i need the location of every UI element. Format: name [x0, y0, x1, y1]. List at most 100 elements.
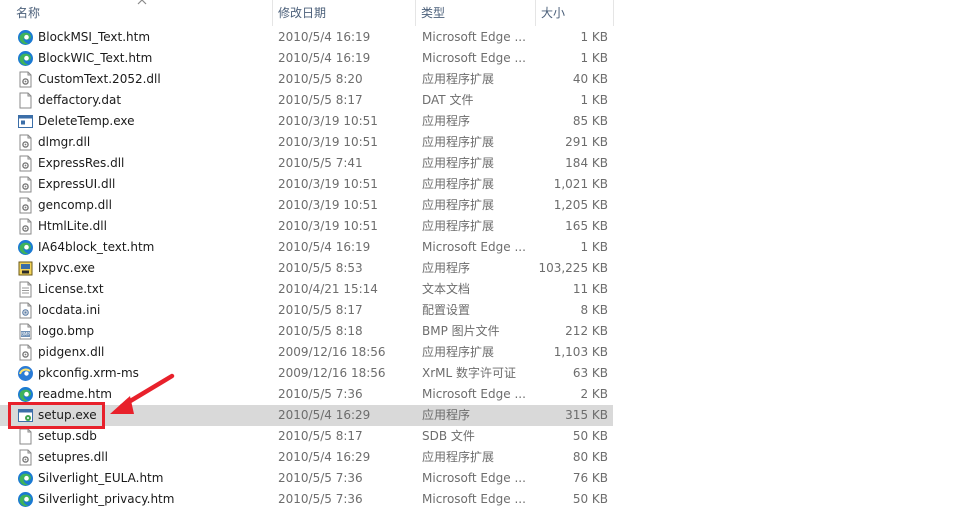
file-name: pidgenx.dll [38, 345, 105, 359]
dll-file-icon [17, 71, 34, 88]
file-size: 11 KB [572, 282, 608, 296]
file-size: 85 KB [572, 114, 608, 128]
edge-html-icon [17, 491, 34, 508]
file-type: 应用程序扩展 [422, 177, 495, 191]
edge-html-icon [17, 386, 34, 403]
file-date: 2010/5/5 7:36 [278, 471, 363, 485]
column-header: 名称 修改日期 类型 大小 [0, 0, 615, 26]
file-name: setupres.dll [38, 450, 108, 464]
file-date: 2010/5/4 16:19 [278, 51, 371, 65]
file-size: 212 KB [565, 324, 608, 338]
file-row[interactable]: IA64block_text.htm 2010/5/4 16:19 Microsof… [0, 237, 613, 258]
file-type: Microsoft Edge ... [422, 471, 526, 485]
file-type: 应用程序扩展 [422, 345, 495, 359]
file-name: ExpressUI.dll [38, 177, 116, 191]
file-size: 184 KB [565, 156, 608, 170]
dll-file-icon [17, 197, 34, 214]
installer-exe-icon [17, 260, 34, 277]
file-size: 63 KB [572, 366, 608, 380]
file-row[interactable]: pidgenx.dll 2009/12/16 18:56 应用程序扩展 1,103 K… [0, 342, 613, 363]
file-date: 2010/3/19 10:51 [278, 198, 378, 212]
file-name: DeleteTemp.exe [38, 114, 135, 128]
file-row[interactable]: gencomp.dll 2010/3/19 10:51 应用程序扩展 1,205 KB [0, 195, 613, 216]
column-separator[interactable] [613, 0, 614, 26]
file-row[interactable]: License.txt 2010/4/21 15:14 文本文档 11 KB [0, 279, 613, 300]
edge-html-icon [17, 50, 34, 67]
file-size: 291 KB [565, 135, 608, 149]
dll-file-icon [17, 176, 34, 193]
file-type: 应用程序 [422, 114, 471, 128]
red-arrow-annotation [110, 373, 175, 414]
file-row[interactable]: ExpressRes.dll 2010/5/5 7:41 应用程序扩展 184 KB [0, 153, 613, 174]
file-size: 1 KB [580, 240, 608, 254]
file-type: 应用程序扩展 [422, 198, 495, 212]
file-name: BlockMSI_Text.htm [38, 30, 151, 44]
file-size: 1 KB [580, 51, 608, 65]
dll-file-icon [17, 134, 34, 151]
file-row[interactable]: Silverlight_privacy.htm 2010/5/5 7:36 Micr… [0, 489, 613, 510]
svg-text:BMP: BMP [21, 332, 30, 337]
file-date: 2009/12/16 18:56 [278, 366, 386, 380]
file-size: 50 KB [572, 492, 608, 506]
file-date: 2010/3/19 10:51 [278, 135, 378, 149]
file-date: 2010/5/5 8:17 [278, 93, 363, 107]
file-date: 2010/5/5 7:36 [278, 492, 363, 506]
file-row[interactable]: DeleteTemp.exe 2010/3/19 10:51 应用程序 85 KB [0, 111, 613, 132]
file-name: BlockWIC_Text.htm [38, 51, 153, 65]
file-row[interactable]: setupres.dll 2010/5/4 16:29 应用程序扩展 80 KB [0, 447, 613, 468]
file-size: 1 KB [580, 93, 608, 107]
file-size: 2 KB [580, 387, 608, 401]
column-date[interactable]: 修改日期 [272, 0, 415, 26]
blank-file-icon [17, 92, 34, 109]
dll-file-icon [17, 344, 34, 361]
file-type: 应用程序扩展 [422, 219, 495, 233]
file-row[interactable]: HtmlLite.dll 2010/3/19 10:51 应用程序扩展 165 KB [0, 216, 613, 237]
dll-file-icon [17, 449, 34, 466]
file-row[interactable]: BlockMSI_Text.htm 2010/5/4 16:19 Microsoft… [0, 27, 613, 48]
file-date: 2010/5/5 7:41 [278, 156, 363, 170]
file-row[interactable]: BlockWIC_Text.htm 2010/5/4 16:19 Microsoft… [0, 48, 613, 69]
column-size[interactable]: 大小 [535, 0, 613, 26]
file-size: 315 KB [565, 408, 608, 422]
file-date: 2010/5/4 16:29 [278, 408, 371, 422]
file-size: 1,103 KB [553, 345, 608, 359]
file-date: 2010/5/5 7:36 [278, 387, 363, 401]
file-row[interactable]: BMP logo.bmp 2010/5/5 8:18 BMP 图片文件 212 KB [0, 321, 613, 342]
file-name: HtmlLite.dll [38, 219, 107, 233]
file-type: 应用程序扩展 [422, 156, 495, 170]
file-date: 2010/3/19 10:51 [278, 177, 378, 191]
file-date: 2010/5/5 8:53 [278, 261, 363, 275]
file-date: 2010/3/19 10:51 [278, 219, 378, 233]
file-row[interactable]: Silverlight_EULA.htm 2010/5/5 7:36 Microso… [0, 468, 613, 489]
file-name: Silverlight_privacy.htm [38, 492, 175, 506]
file-date: 2010/3/19 10:51 [278, 114, 378, 128]
file-type: 配置设置 [422, 303, 471, 317]
blank-file-icon [17, 428, 34, 445]
file-date: 2010/5/5 8:17 [278, 429, 363, 443]
file-type: Microsoft Edge ... [422, 240, 526, 254]
file-date: 2010/5/4 16:19 [278, 240, 371, 254]
file-row[interactable]: CustomText.2052.dll 2010/5/5 8:20 应用程序扩展 40… [0, 69, 613, 90]
file-row[interactable]: pkconfig.xrm-ms 2009/12/16 18:56 XrML 数字许可… [0, 363, 613, 384]
file-row[interactable]: locdata.ini 2010/5/5 8:17 配置设置 8 KB [0, 300, 613, 321]
file-size: 165 KB [565, 219, 608, 233]
file-name: logo.bmp [38, 324, 95, 338]
file-row[interactable]: dlmgr.dll 2010/3/19 10:51 应用程序扩展 291 KB [0, 132, 613, 153]
file-name: dlmgr.dll [38, 135, 91, 149]
file-row[interactable]: lxpvc.exe 2010/5/5 8:53 应用程序 103,225 KB [0, 258, 613, 279]
file-name: CustomText.2052.dll [38, 72, 161, 86]
file-size: 1 KB [580, 30, 608, 44]
xrml-file-icon [17, 365, 34, 382]
file-date: 2010/5/5 8:17 [278, 303, 363, 317]
column-name[interactable]: 名称 [10, 0, 272, 26]
file-type: BMP 图片文件 [422, 324, 500, 338]
file-row[interactable]: deffactory.dat 2010/5/5 8:17 DAT 文件 1 KB [0, 90, 613, 111]
file-type: XrML 数字许可证 [422, 366, 517, 380]
file-name: locdata.ini [38, 303, 101, 317]
file-type: Microsoft Edge ... [422, 387, 526, 401]
file-name: ExpressRes.dll [38, 156, 125, 170]
file-row[interactable]: ExpressUI.dll 2010/3/19 10:51 应用程序扩展 1,021 … [0, 174, 613, 195]
column-type[interactable]: 类型 [415, 0, 535, 26]
bmp-file-icon: BMP [17, 323, 34, 340]
file-row[interactable]: setup.sdb 2010/5/5 8:17 SDB 文件 50 KB [0, 426, 613, 447]
